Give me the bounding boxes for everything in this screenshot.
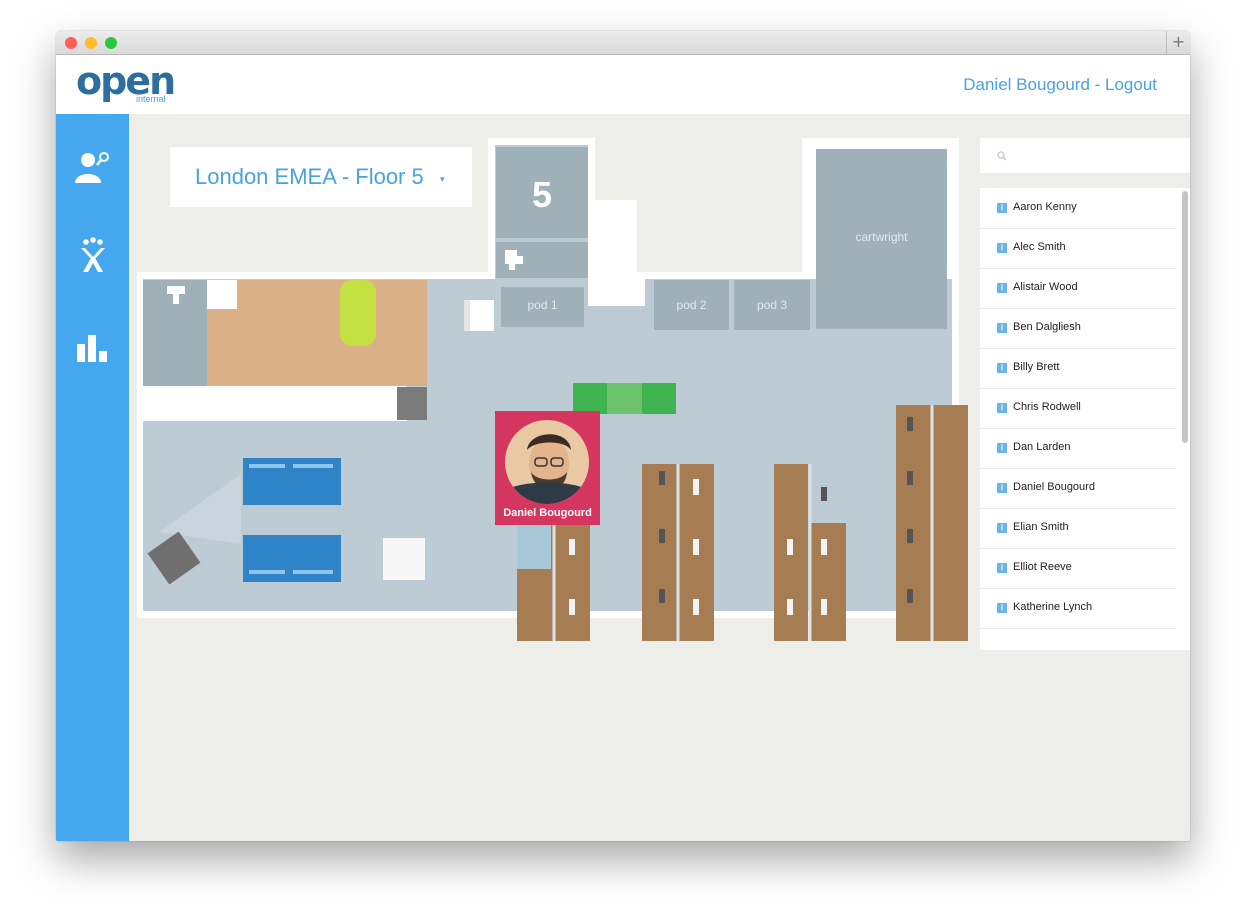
- info-icon: i: [997, 283, 1007, 293]
- info-icon: i: [997, 603, 1007, 613]
- floor-selector-label: London EMEA - Floor 5: [195, 164, 424, 190]
- list-item[interactable]: i Chris Rodwell: [980, 388, 1176, 429]
- person-name: Elliot Reeve: [1013, 561, 1072, 573]
- list-item[interactable]: i Daniel Bougourd: [980, 468, 1176, 509]
- new-tab-button[interactable]: +: [1166, 31, 1190, 54]
- room-label-cartwright: cartwright: [855, 230, 908, 244]
- chevron-down-icon: ▾: [440, 174, 445, 184]
- room-label-pod-1: pod 1: [527, 298, 558, 312]
- people-list-scrollbar[interactable]: [1180, 188, 1190, 650]
- person-name: Dan Larden: [1013, 441, 1071, 453]
- info-icon: i: [997, 363, 1007, 373]
- browser-window: + open internal Daniel Bougourd - Logout: [56, 31, 1190, 841]
- person-name: Katherine Lynch: [1013, 601, 1093, 613]
- sidebar: [56, 114, 129, 841]
- jira-logo-icon[interactable]: [74, 236, 112, 274]
- info-icon: i: [997, 483, 1007, 493]
- info-icon: i: [997, 323, 1007, 333]
- room-label-pod-2: pod 2: [676, 298, 707, 312]
- people-list: i Aaron Kenny i Alec Smith i Alistair Wood …: [980, 188, 1190, 650]
- person-search-icon[interactable]: [74, 149, 112, 187]
- floor-city: London: [195, 164, 269, 189]
- list-item[interactable]: i Katherine Lynch: [980, 588, 1176, 629]
- maximize-window-button[interactable]: [105, 37, 117, 49]
- close-window-button[interactable]: [65, 37, 77, 49]
- list-item[interactable]: i Ben Dalgliesh: [980, 308, 1176, 349]
- title-bar: +: [56, 31, 1190, 55]
- floor-level: - Floor 5: [341, 164, 424, 189]
- kitchen-counter: [340, 280, 376, 346]
- avatar: [505, 420, 589, 504]
- list-item[interactable]: i Dan Larden: [980, 428, 1176, 469]
- search-icon: [997, 151, 1007, 161]
- list-item[interactable]: i Aaron Kenny: [980, 188, 1176, 229]
- open-logo[interactable]: open internal: [76, 60, 176, 104]
- floor-selector[interactable]: London EMEA - Floor 5 ▾: [170, 147, 472, 207]
- info-icon: i: [997, 403, 1007, 413]
- info-icon: i: [997, 243, 1007, 253]
- kitchen-area[interactable]: [207, 280, 427, 386]
- selected-person-name: Daniel Bougourd: [503, 507, 592, 519]
- person-name: Ben Dalgliesh: [1013, 321, 1081, 333]
- person-name: Aaron Kenny: [1013, 201, 1077, 213]
- person-name: Alec Smith: [1013, 241, 1066, 253]
- logo-subtitle: internal: [136, 94, 166, 104]
- selected-person-marker[interactable]: Daniel Bougourd: [495, 411, 600, 525]
- bar-chart-icon[interactable]: [74, 327, 112, 365]
- list-item[interactable]: i Alec Smith: [980, 228, 1176, 269]
- room-label-pod-3: pod 3: [756, 298, 788, 312]
- list-item[interactable]: i Billy Brett: [980, 348, 1176, 389]
- floor-region: EMEA: [274, 164, 336, 189]
- scrollbar-thumb[interactable]: [1182, 191, 1188, 443]
- coffee-table: [383, 538, 425, 580]
- user-logout-link[interactable]: Daniel Bougourd - Logout: [963, 75, 1157, 95]
- info-icon: i: [997, 523, 1007, 533]
- person-name: Daniel Bougourd: [1013, 481, 1095, 493]
- person-name: Billy Brett: [1013, 361, 1060, 373]
- list-item[interactable]: i Alistair Wood: [980, 268, 1176, 309]
- list-item[interactable]: i Elliot Reeve: [980, 548, 1176, 589]
- info-icon: i: [997, 203, 1007, 213]
- list-item[interactable]: i Elian Smith: [980, 508, 1176, 549]
- person-name: Chris Rodwell: [1013, 401, 1081, 413]
- app-header: open internal Daniel Bougourd - Logout: [56, 55, 1190, 114]
- sofa-bottom: [243, 535, 341, 582]
- person-name: Elian Smith: [1013, 521, 1069, 533]
- people-search-input[interactable]: [980, 138, 1190, 173]
- info-icon: i: [997, 443, 1007, 453]
- floor-number: 5: [532, 174, 552, 215]
- minimize-window-button[interactable]: [85, 37, 97, 49]
- person-name: Alistair Wood: [1013, 281, 1078, 293]
- info-icon: i: [997, 563, 1007, 573]
- column: [397, 387, 427, 420]
